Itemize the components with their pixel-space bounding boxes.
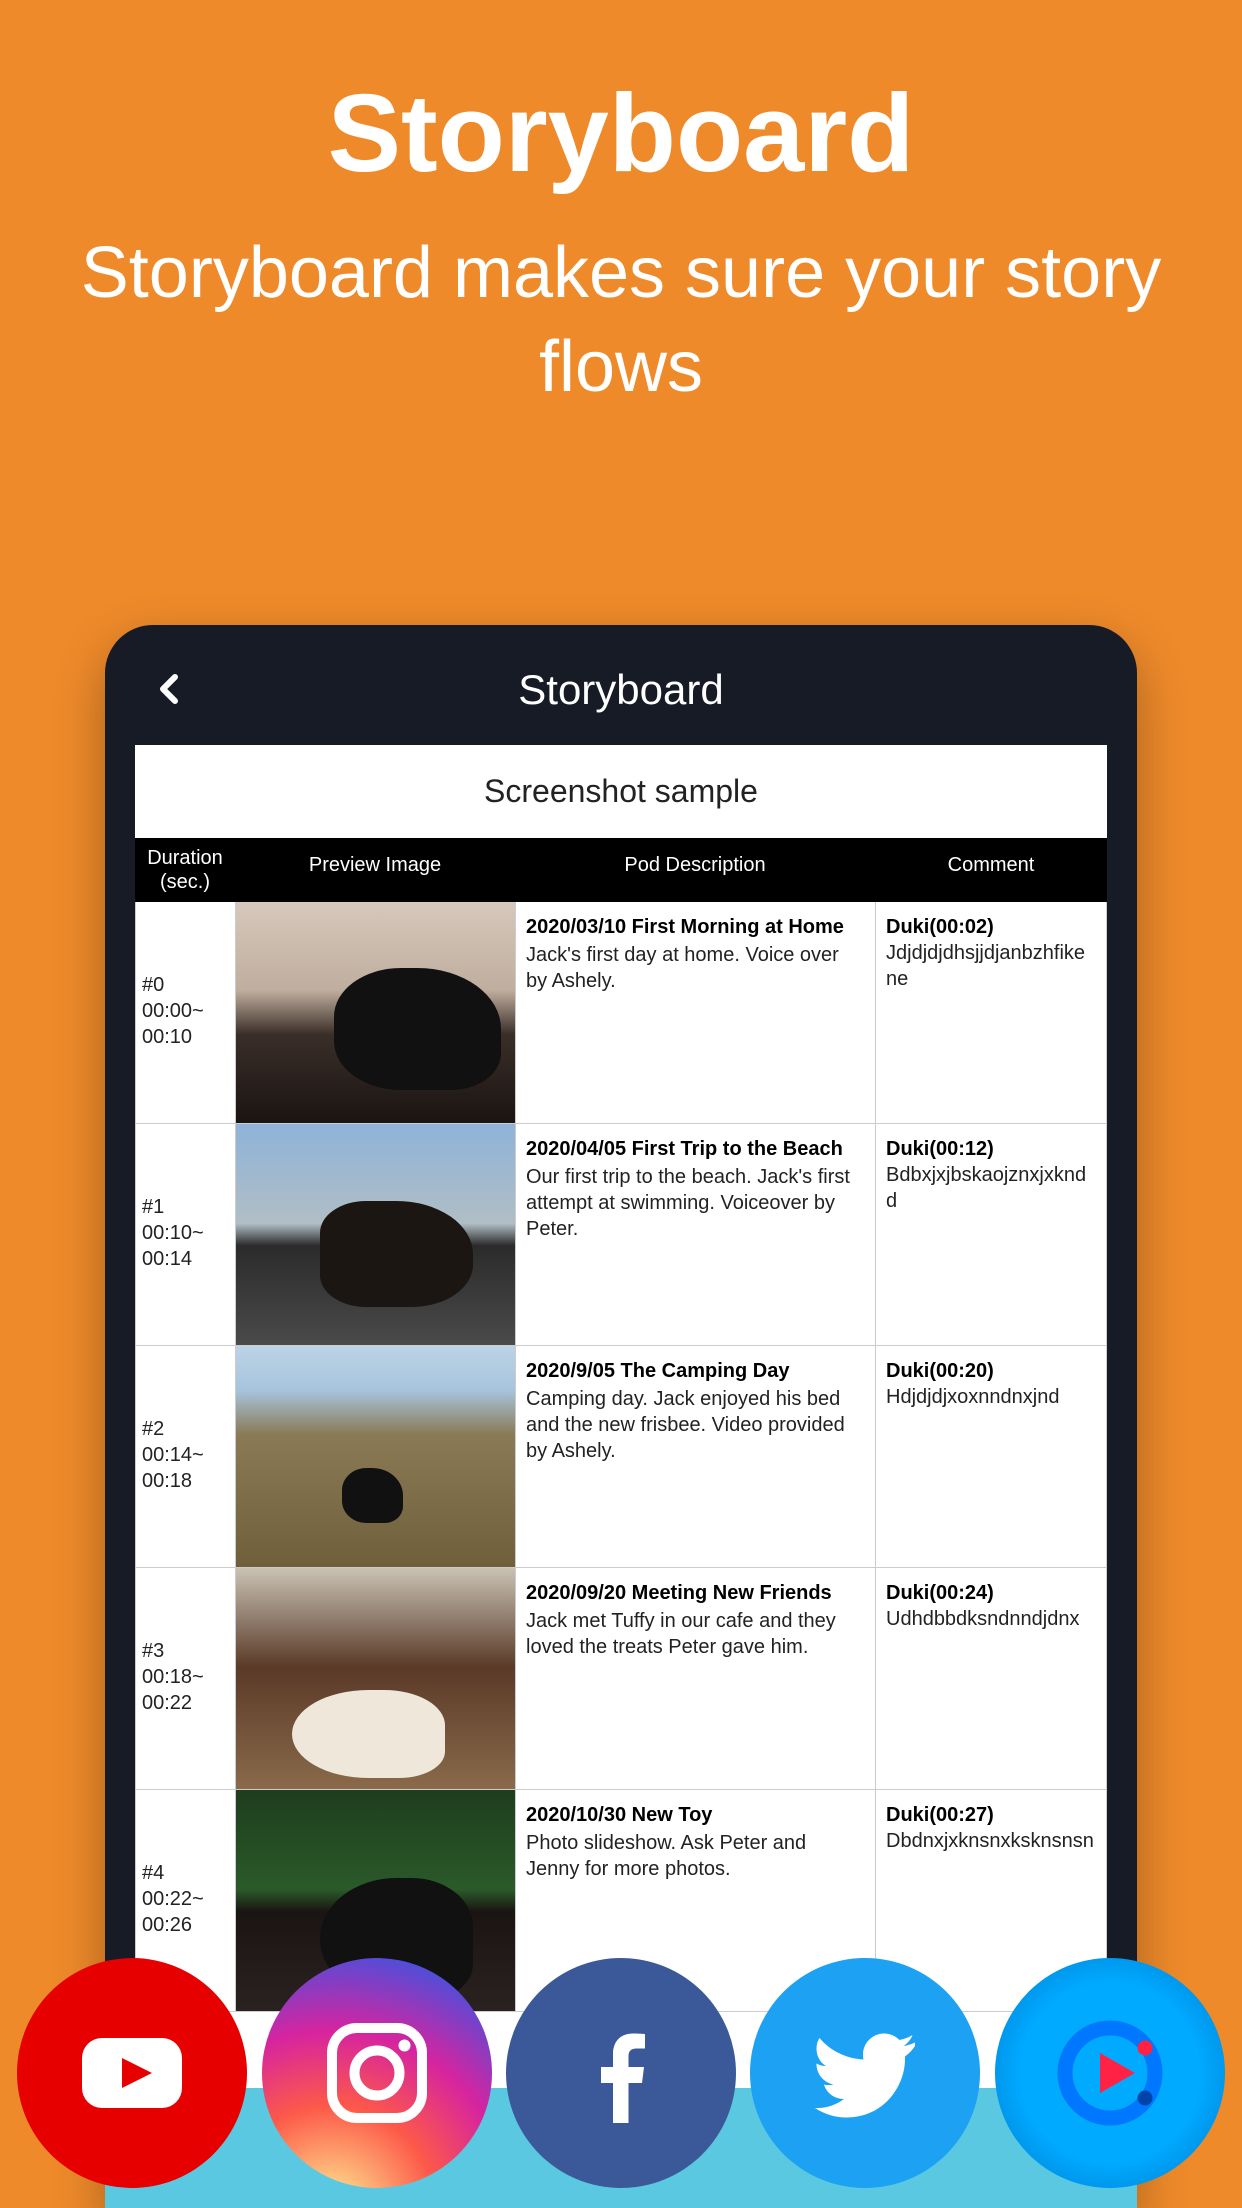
app-header: Storyboard (135, 655, 1107, 725)
desc-title: 2020/9/05 The Camping Day (526, 1358, 865, 1384)
row-time: 00:10~ 00:14 (142, 1220, 229, 1272)
desc-title: 2020/03/10 First Morning at Home (526, 914, 865, 940)
row-index: #2 (142, 1416, 229, 1442)
row-index: #3 (142, 1638, 229, 1664)
preview-image (236, 1568, 515, 1789)
desc-title: 2020/09/20 Meeting New Friends (526, 1580, 865, 1606)
comment-body: Dbdnxjxknsnxksknsnsn (886, 1828, 1096, 1854)
row-time: 00:14~ 00:18 (142, 1442, 229, 1494)
table-row[interactable]: #2 00:14~ 00:18 2020/9/05 The Camping Da… (135, 1346, 1107, 1568)
comment-body: Bdbxjxjbskaojznxjxknd d (886, 1162, 1096, 1214)
table-row[interactable]: #0 00:00~ 00:10 2020/03/10 First Morning… (135, 902, 1107, 1124)
row-index: #4 (142, 1860, 229, 1886)
comment-meta: Duki(00:02) (886, 914, 1096, 940)
desc-body: Photo slideshow. Ask Peter and Jenny for… (526, 1830, 865, 1882)
header-description: Pod Description (515, 846, 875, 894)
cell-preview (236, 1568, 516, 1789)
desc-body: Camping day. Jack enjoyed his bed and th… (526, 1386, 865, 1464)
cell-description: 2020/9/05 The Camping Day Camping day. J… (516, 1346, 876, 1567)
cell-description: 2020/03/10 First Morning at Home Jack's … (516, 902, 876, 1123)
cell-preview (236, 1124, 516, 1345)
desc-title: 2020/10/30 New Toy (526, 1802, 865, 1828)
table-row[interactable]: #3 00:18~ 00:22 2020/09/20 Meeting New F… (135, 1568, 1107, 1790)
comment-meta: Duki(00:27) (886, 1802, 1096, 1828)
cell-description: 2020/04/05 First Trip to the Beach Our f… (516, 1124, 876, 1345)
row-index: #0 (142, 972, 229, 998)
desc-body: Jack met Tuffy in our cafe and they love… (526, 1608, 865, 1660)
preview-image (236, 902, 515, 1123)
row-index: #1 (142, 1194, 229, 1220)
table-row[interactable]: #1 00:10~ 00:14 2020/04/05 First Trip to… (135, 1124, 1107, 1346)
cell-duration: #2 00:14~ 00:18 (136, 1346, 236, 1567)
comment-meta: Duki(00:20) (886, 1358, 1096, 1384)
desc-body: Our first trip to the beach. Jack's firs… (526, 1164, 865, 1242)
desc-body: Jack's first day at home. Voice over by … (526, 942, 865, 994)
cell-preview (236, 902, 516, 1123)
header-duration: Duration (sec.) (135, 846, 235, 894)
app-title: Storyboard (518, 666, 723, 714)
row-time: 00:18~ 00:22 (142, 1664, 229, 1716)
social-row (0, 1958, 1242, 2188)
cell-comment: Duki(00:02) Jdjdjdjdhsjjdjanbzhfikene (876, 902, 1107, 1123)
app-icon[interactable] (995, 1958, 1225, 2188)
comment-meta: Duki(00:12) (886, 1136, 1096, 1162)
cell-description: 2020/09/20 Meeting New Friends Jack met … (516, 1568, 876, 1789)
row-time: 00:22~ 00:26 (142, 1886, 229, 1938)
row-time: 00:00~ 00:10 (142, 998, 229, 1050)
cell-duration: #1 00:10~ 00:14 (136, 1124, 236, 1345)
cell-comment: Duki(00:24) Udhdbbdksndnndjdnx (876, 1568, 1107, 1789)
cell-comment: Duki(00:12) Bdbxjxjbskaojznxjxknd d (876, 1124, 1107, 1345)
comment-body: Udhdbbdksndnndjdnx (886, 1606, 1096, 1632)
cell-comment: Duki(00:20) Hdjdjdjxoxnndnxjnd (876, 1346, 1107, 1567)
cell-duration: #0 00:00~ 00:10 (136, 902, 236, 1123)
youtube-icon[interactable] (17, 1958, 247, 2188)
desc-title: 2020/04/05 First Trip to the Beach (526, 1136, 865, 1162)
sample-title: Screenshot sample (135, 745, 1107, 838)
back-button[interactable] (145, 665, 193, 725)
cell-preview (236, 1346, 516, 1567)
hero-subtitle: Storyboard makes sure your story flows (0, 197, 1242, 414)
hero-title: Storyboard (0, 0, 1242, 197)
header-comment: Comment (875, 846, 1107, 894)
comment-body: Jdjdjdjdhsjjdjanbzhfikene (886, 940, 1096, 992)
facebook-icon[interactable] (506, 1958, 736, 2188)
preview-image (236, 1346, 515, 1567)
comment-meta: Duki(00:24) (886, 1580, 1096, 1606)
preview-image (236, 1124, 515, 1345)
twitter-icon[interactable] (750, 1958, 980, 2188)
instagram-icon[interactable] (262, 1958, 492, 2188)
table-header: Duration (sec.) Preview Image Pod Descri… (135, 838, 1107, 902)
header-preview: Preview Image (235, 846, 515, 894)
comment-body: Hdjdjdjxoxnndnxjnd (886, 1384, 1096, 1410)
cell-duration: #3 00:18~ 00:22 (136, 1568, 236, 1789)
